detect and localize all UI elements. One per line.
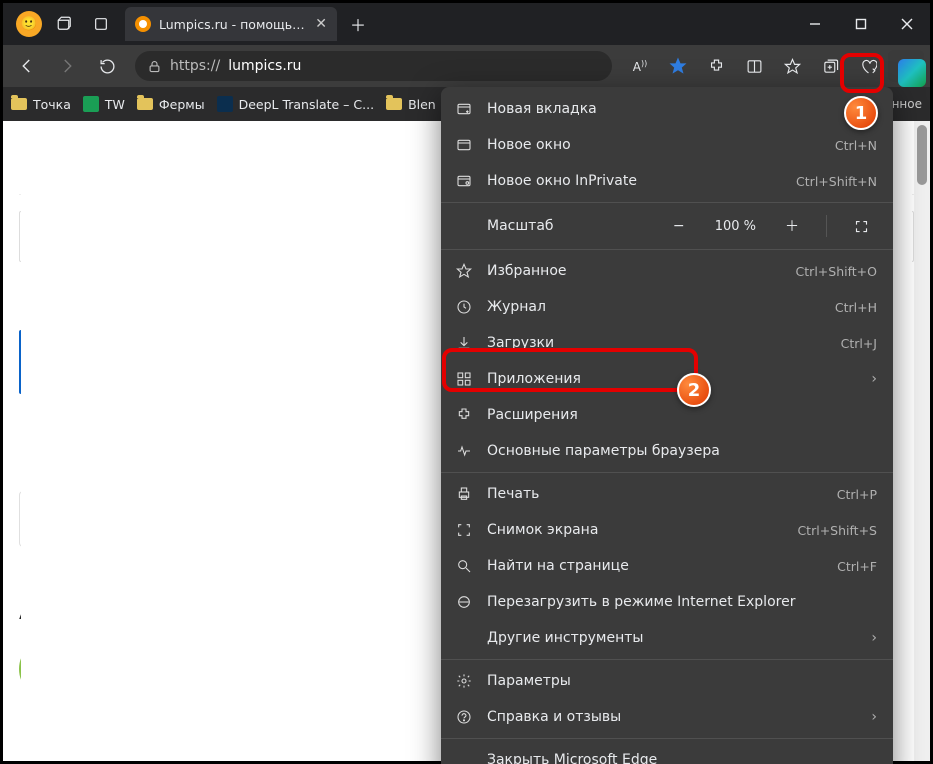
read-aloud-icon[interactable]: A)) — [622, 50, 658, 82]
workspaces-icon[interactable] — [47, 6, 83, 42]
bookmark-item[interactable]: Точка — [11, 97, 71, 112]
zoom-out-button[interactable]: − — [663, 212, 695, 240]
browser-tab[interactable]: Lumpics.ru - помощь с компью ✕ — [125, 7, 337, 41]
back-button[interactable] — [9, 50, 45, 82]
favorites-hub-icon[interactable] — [774, 50, 810, 82]
menu-downloads[interactable]: ЗагрузкиCtrl+J — [441, 325, 893, 361]
collections-icon[interactable] — [812, 50, 848, 82]
menu-screenshot[interactable]: Снимок экранаCtrl+Shift+S — [441, 512, 893, 548]
screenshot-icon — [455, 522, 473, 538]
bookmark-item[interactable]: Blen — [386, 97, 436, 112]
menu-zoom: Масштаб − 100 % ＋ — [441, 206, 893, 246]
settings-menu: Новая вкладка Новое окноCtrl+N Новое окн… — [441, 87, 893, 764]
bookmark-item[interactable]: Фермы — [137, 97, 205, 112]
callout-badge-2: 2 — [677, 373, 711, 407]
chevron-right-icon: › — [871, 709, 877, 725]
menu-close-edge[interactable]: Закрыть Microsoft Edge — [441, 742, 893, 764]
menu-apps[interactable]: Приложения› — [441, 361, 893, 397]
scrollbar[interactable] — [914, 121, 930, 761]
zoom-percent: 100 % — [709, 219, 762, 234]
menu-find[interactable]: Найти на страницеCtrl+F — [441, 548, 893, 584]
address-bar: https:// lumpics.ru A)) — [3, 45, 930, 87]
ie-icon — [455, 594, 473, 610]
gear-icon — [455, 673, 473, 689]
lock-icon — [147, 59, 162, 74]
print-icon — [455, 486, 473, 502]
url-box[interactable]: https:// lumpics.ru — [135, 51, 612, 81]
url-prefix: https:// — [170, 58, 220, 74]
menu-more-tools[interactable]: Другие инструменты› — [441, 620, 893, 656]
folder-icon — [386, 98, 402, 110]
copilot-icon[interactable] — [898, 59, 926, 87]
window-maximize-button[interactable] — [838, 4, 884, 44]
heart-icon — [455, 443, 473, 459]
bookmark-item[interactable]: DeepL Translate – С... — [217, 96, 374, 112]
new-tab-icon — [455, 101, 473, 117]
menu-inprivate[interactable]: Новое окно InPrivateCtrl+Shift+N — [441, 163, 893, 199]
window-close-button[interactable] — [884, 4, 930, 44]
star-icon — [455, 263, 473, 279]
puzzle-icon — [455, 407, 473, 423]
tab-close-icon[interactable]: ✕ — [315, 16, 327, 32]
window-minimize-button[interactable] — [792, 4, 838, 44]
menu-history[interactable]: ЖурналCtrl+H — [441, 289, 893, 325]
folder-icon — [11, 98, 27, 110]
menu-help[interactable]: Справка и отзывы› — [441, 699, 893, 735]
history-icon — [455, 299, 473, 315]
profile-avatar[interactable]: 🙂 — [11, 6, 47, 42]
menu-new-window[interactable]: Новое окноCtrl+N — [441, 127, 893, 163]
window-icon — [455, 137, 473, 153]
apps-icon — [455, 371, 473, 387]
menu-extensions[interactable]: Расширения — [441, 397, 893, 433]
download-icon — [455, 335, 473, 351]
menu-settings[interactable]: Параметры — [441, 663, 893, 699]
menu-essentials[interactable]: Основные параметры браузера — [441, 433, 893, 469]
tab-title: Lumpics.ru - помощь с компью — [159, 17, 307, 32]
site-icon — [83, 96, 99, 112]
health-icon[interactable] — [850, 50, 886, 82]
favicon-icon — [135, 16, 151, 32]
menu-print[interactable]: ПечатьCtrl+P — [441, 476, 893, 512]
url-domain: lumpics.ru — [228, 58, 301, 74]
help-icon — [455, 709, 473, 725]
split-icon[interactable] — [736, 50, 772, 82]
new-tab-button[interactable]: ＋ — [343, 9, 373, 39]
chevron-right-icon: › — [871, 630, 877, 646]
favorite-star-icon[interactable] — [660, 50, 696, 82]
chevron-right-icon: › — [871, 371, 877, 387]
bookmarks-overflow[interactable]: нное — [892, 97, 922, 111]
inprivate-icon — [455, 173, 473, 189]
zoom-in-button[interactable]: ＋ — [776, 212, 808, 240]
tab-actions-icon[interactable] — [83, 6, 119, 42]
menu-new-tab[interactable]: Новая вкладка — [441, 91, 893, 127]
menu-ie-mode[interactable]: Перезагрузить в режиме Internet Explorer — [441, 584, 893, 620]
forward-button — [49, 50, 85, 82]
folder-icon — [137, 98, 153, 110]
site-icon — [217, 96, 233, 112]
window-titlebar: 🙂 Lumpics.ru - помощь с компью ✕ ＋ — [3, 3, 930, 45]
bookmark-item[interactable]: TW — [83, 96, 125, 112]
callout-badge-1: 1 — [844, 96, 878, 130]
menu-favorites[interactable]: ИзбранноеCtrl+Shift+O — [441, 253, 893, 289]
search-icon — [455, 558, 473, 574]
extensions-icon[interactable] — [698, 50, 734, 82]
refresh-button[interactable] — [89, 50, 125, 82]
fullscreen-button[interactable] — [845, 212, 877, 240]
